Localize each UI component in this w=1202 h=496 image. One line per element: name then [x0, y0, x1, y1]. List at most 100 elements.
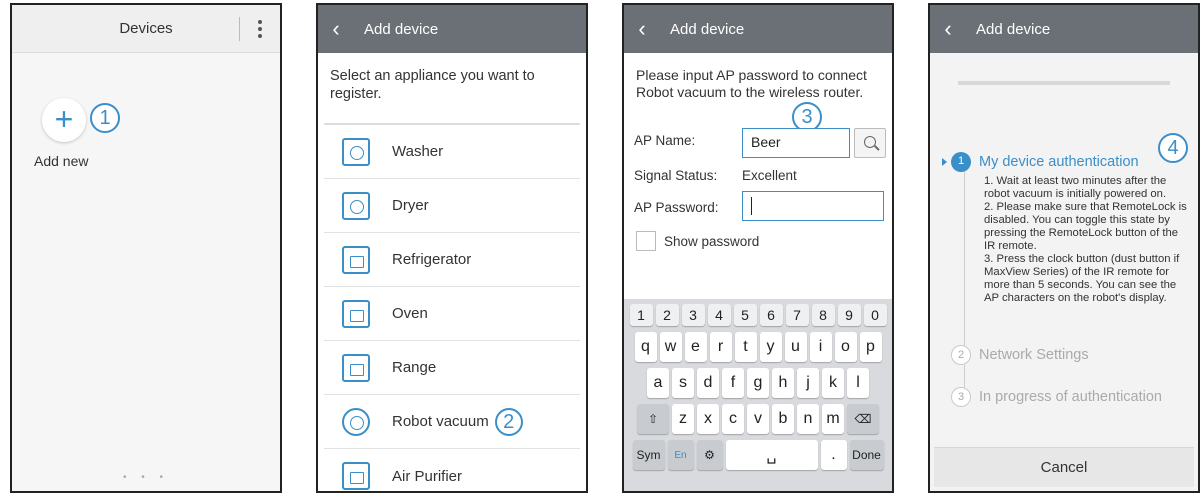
- key-2[interactable]: 2: [655, 304, 679, 326]
- appliance-label: Dryer: [392, 197, 429, 214]
- signal-status-value: Excellent: [742, 168, 797, 183]
- key-m[interactable]: m: [822, 404, 844, 434]
- key-k[interactable]: k: [822, 368, 844, 398]
- key-t[interactable]: t: [734, 332, 757, 362]
- robot-vacuum-icon: [342, 407, 370, 436]
- add-new-label: Add new: [34, 153, 89, 169]
- ap-password-prompt: Please input AP password to connect Robo…: [636, 67, 867, 100]
- list-item-washer[interactable]: Washer: [324, 125, 580, 179]
- key-o[interactable]: o: [834, 332, 857, 362]
- back-arrow-icon[interactable]: ‹: [930, 5, 966, 53]
- key-9[interactable]: 9: [837, 304, 861, 326]
- show-password-checkbox[interactable]: [636, 231, 656, 251]
- list-item-robot-vacuum[interactable]: Robot vacuum 2: [324, 395, 580, 449]
- backspace-key-icon[interactable]: ⌫: [847, 404, 879, 434]
- dryer-icon: [342, 191, 370, 220]
- ap-name-field[interactable]: Beer: [742, 128, 850, 158]
- appliance-label: Air Purifier: [392, 467, 463, 485]
- key-r[interactable]: r: [709, 332, 732, 362]
- step-marker-2: 2: [494, 407, 523, 436]
- key-1[interactable]: 1: [629, 304, 653, 326]
- page-title: Add device: [976, 20, 1051, 38]
- list-item-dryer[interactable]: Dryer: [324, 179, 580, 233]
- step-2-header: 2 Network Settings: [951, 345, 1089, 365]
- key-p[interactable]: p: [859, 332, 882, 362]
- add-device-header: ‹ Add device: [318, 5, 586, 53]
- device-authentication-screen: ‹ Add device 1 My device authentication …: [928, 3, 1200, 493]
- oven-icon: [342, 299, 370, 328]
- letter-row-1: q w e r t y u i o p: [627, 332, 889, 362]
- key-5[interactable]: 5: [733, 304, 757, 326]
- key-z[interactable]: z: [672, 404, 694, 434]
- list-item-air-purifier[interactable]: Air Purifier: [324, 449, 580, 491]
- language-key[interactable]: En: [667, 440, 694, 470]
- key-l[interactable]: l: [847, 368, 869, 398]
- ap-password-label: AP Password:: [634, 200, 719, 215]
- range-icon: [342, 353, 370, 382]
- back-arrow-icon[interactable]: ‹: [624, 5, 660, 53]
- key-s[interactable]: s: [672, 368, 694, 398]
- key-g[interactable]: g: [747, 368, 769, 398]
- number-row: 1 2 3 4 5 6 7 8 9 0: [627, 304, 889, 326]
- text-cursor: [751, 197, 752, 216]
- step-number: 2: [951, 345, 971, 365]
- select-appliance-screen: ‹ Add device Select an appliance you wan…: [316, 3, 588, 493]
- key-i[interactable]: i: [809, 332, 832, 362]
- sym-key[interactable]: Sym: [632, 440, 665, 470]
- appliance-label: Range: [392, 359, 437, 376]
- instruction-3: 3. Press the clock button (dust button i…: [984, 253, 1180, 304]
- step-number: 1: [951, 152, 971, 172]
- key-x[interactable]: x: [697, 404, 719, 434]
- on-screen-keyboard: 1 2 3 4 5 6 7 8 9 0 q w e r t y u i o p …: [624, 299, 892, 491]
- space-key-icon[interactable]: ␣: [725, 440, 818, 470]
- shift-key-icon[interactable]: ⇧: [637, 404, 669, 434]
- key-v[interactable]: v: [747, 404, 769, 434]
- step-marker-4: 4: [1158, 133, 1188, 163]
- appliance-list: Washer Dryer Refrigerator Oven Range Rob…: [324, 125, 580, 491]
- back-arrow-icon[interactable]: ‹: [318, 5, 354, 53]
- washer-icon: [342, 137, 370, 166]
- appliance-label: Oven: [392, 305, 428, 322]
- ap-password-field[interactable]: [742, 191, 884, 221]
- key-0[interactable]: 0: [863, 304, 887, 326]
- show-password-label: Show password: [664, 234, 760, 249]
- key-y[interactable]: y: [759, 332, 782, 362]
- step-label: Network Settings: [979, 347, 1089, 363]
- cancel-button[interactable]: Cancel: [934, 447, 1194, 487]
- key-w[interactable]: w: [659, 332, 682, 362]
- list-item-range[interactable]: Range: [324, 341, 580, 395]
- key-n[interactable]: n: [797, 404, 819, 434]
- key-3[interactable]: 3: [681, 304, 705, 326]
- key-u[interactable]: u: [784, 332, 807, 362]
- add-new-button[interactable]: +: [42, 98, 86, 142]
- key-e[interactable]: e: [684, 332, 707, 362]
- more-options-icon[interactable]: [250, 15, 270, 43]
- header-divider: [239, 17, 240, 41]
- done-key[interactable]: Done: [849, 440, 884, 470]
- list-item-refrigerator[interactable]: Refrigerator: [324, 233, 580, 287]
- key-8[interactable]: 8: [811, 304, 835, 326]
- key-b[interactable]: b: [772, 404, 794, 434]
- list-item-oven[interactable]: Oven: [324, 287, 580, 341]
- search-icon[interactable]: [854, 128, 886, 158]
- period-key[interactable]: .: [820, 440, 847, 470]
- instruction-1: 1. Wait at least two minutes after the r…: [984, 175, 1167, 200]
- key-c[interactable]: c: [722, 404, 744, 434]
- bottom-key-row: Sym En ⚙ ␣ . Done: [627, 440, 889, 470]
- step-number: 3: [951, 387, 971, 407]
- key-f[interactable]: f: [722, 368, 744, 398]
- key-4[interactable]: 4: [707, 304, 731, 326]
- appliance-label: Refrigerator: [392, 251, 472, 268]
- key-7[interactable]: 7: [785, 304, 809, 326]
- refrigerator-icon: [342, 245, 370, 274]
- key-j[interactable]: j: [797, 368, 819, 398]
- select-appliance-prompt: Select an appliance you want to register…: [330, 68, 535, 102]
- key-a[interactable]: a: [647, 368, 669, 398]
- key-6[interactable]: 6: [759, 304, 783, 326]
- key-d[interactable]: d: [697, 368, 719, 398]
- devices-screen: Devices + 1 Add new • • •: [10, 3, 282, 493]
- key-h[interactable]: h: [772, 368, 794, 398]
- settings-gear-icon[interactable]: ⚙: [696, 440, 723, 470]
- key-q[interactable]: q: [634, 332, 657, 362]
- page-title: Add device: [670, 20, 745, 38]
